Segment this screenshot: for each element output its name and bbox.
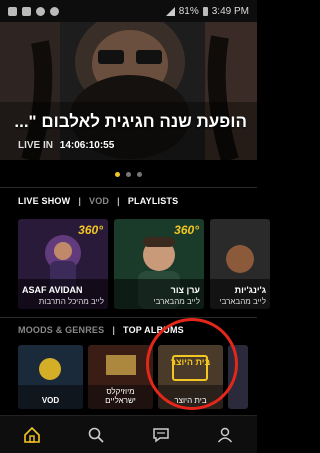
twitter-notification-icon: [50, 6, 59, 16]
signal-icon: [165, 6, 175, 16]
show-card-asaf-avidan[interactable]: 360° ASAF AVIDAN לייב מהיכל התרבות: [18, 219, 108, 309]
clock: 3:49 PM: [211, 5, 249, 17]
genre-tile-label: מיוזיקלס ישראליים: [105, 387, 136, 405]
beit-hayotzer-logo-text: בית היוצר: [170, 357, 211, 367]
carousel-dot-3[interactable]: [137, 172, 142, 177]
tab-separator: |: [112, 325, 116, 335]
live-show-list: 360° ASAF AVIDAN לייב מהיכל התרבות 360° …: [18, 219, 270, 309]
hero-title: הופעת שנה חגיגית לאלבום "...: [14, 112, 247, 131]
genre-tile-beit-hayotzer[interactable]: בית היוצר בית היוצר: [158, 345, 223, 409]
photo-notification-icon: [8, 6, 17, 16]
genre-tile-israeli-musicals[interactable]: מיוזיקלס ישראליים: [88, 345, 153, 409]
android-notification-icon: [36, 6, 45, 16]
carousel-dot-1[interactable]: [115, 172, 120, 177]
divider: [0, 317, 257, 318]
content-tabs: LIVE SHOW | VOD | PLAYLISTS: [18, 196, 178, 206]
hero-live-countdown: LIVE IN 14:06:10:55: [18, 140, 114, 151]
show-card-gingiyot[interactable]: ג'ינג'יות לייב מהבארבי: [210, 219, 270, 309]
genre-tile-image: [228, 345, 248, 409]
status-bar: 81% 3:49 PM: [0, 0, 257, 22]
nav-chat[interactable]: [146, 420, 176, 450]
show-card-subtitle: לייב מהיכל התרבות: [38, 297, 104, 306]
tab-live-show[interactable]: LIVE SHOW: [18, 196, 70, 206]
bottom-navigation: [0, 415, 257, 453]
battery-level: 81%: [178, 5, 199, 17]
home-icon: [24, 426, 40, 443]
show-card-title: ערן צור: [170, 285, 200, 295]
tab-separator: |: [117, 196, 120, 206]
status-icons-left: [8, 6, 59, 16]
show-card-image: [210, 219, 270, 309]
genre-tile-label: VOD: [41, 396, 60, 405]
360-badge: 360°: [78, 223, 103, 237]
browse-tabs: MOODS & GENRES | TOP ALBUMS: [18, 325, 184, 335]
genre-tile-label: בית היוצר: [174, 396, 207, 405]
show-card-title: ג'ינג'יות: [234, 285, 266, 295]
countdown-value: 14:06:10:55: [59, 140, 115, 151]
genre-tile-vod[interactable]: VOD: [18, 345, 83, 409]
message-notification-icon: [22, 6, 31, 16]
search-icon: [89, 427, 105, 443]
nav-search[interactable]: [81, 420, 111, 450]
tab-playlists[interactable]: PLAYLISTS: [128, 196, 178, 206]
battery-icon: [202, 6, 208, 16]
nav-profile[interactable]: [210, 420, 240, 450]
tab-top-albums[interactable]: TOP ALBUMS: [123, 325, 184, 335]
tab-moods-genres[interactable]: MOODS & GENRES: [18, 325, 104, 335]
hero-banner[interactable]: הופעת שנה חגיגית לאלבום "... LIVE IN 14:…: [0, 22, 257, 160]
divider: [0, 187, 257, 188]
carousel-indicator: [0, 172, 257, 177]
tab-vod[interactable]: VOD: [89, 196, 109, 206]
nav-home[interactable]: [17, 420, 47, 450]
show-card-title: ASAF AVIDAN: [22, 285, 83, 295]
status-icons-right: 81% 3:49 PM: [165, 5, 249, 17]
360-badge: 360°: [174, 223, 199, 237]
genre-tile-partial[interactable]: [228, 345, 248, 409]
profile-icon: [217, 427, 232, 442]
live-label: LIVE IN: [18, 140, 54, 151]
show-card-subtitle: לייב מהבארבי: [219, 297, 266, 306]
show-card-subtitle: לייב מהבארבי: [153, 297, 200, 306]
chat-icon: [152, 427, 169, 442]
genre-tiles-list: VOD מיוזיקלס ישראליים בית היוצר בית היוצ…: [18, 345, 248, 409]
show-card-eran-tzur[interactable]: 360° ערן צור לייב מהבארבי: [114, 219, 204, 309]
carousel-dot-2[interactable]: [126, 172, 131, 177]
tab-separator: |: [78, 196, 82, 206]
